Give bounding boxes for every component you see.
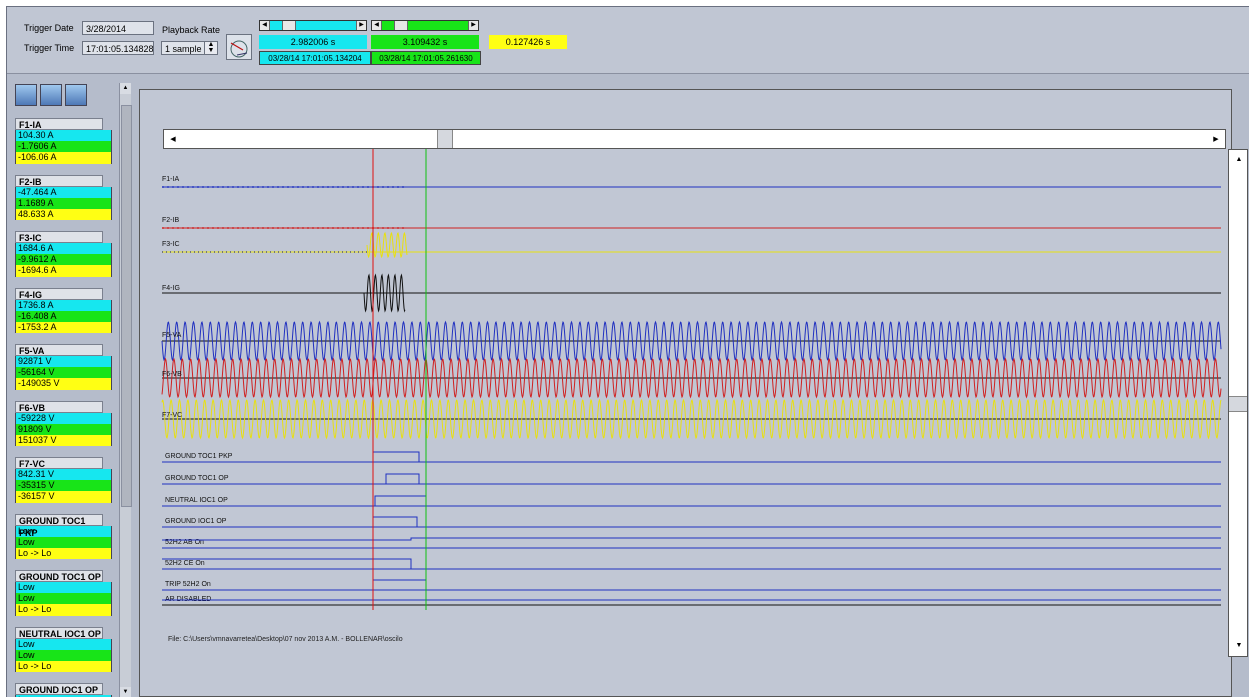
f1-ia-label: F1-IA [162,176,179,183]
f7-vc-label: F7-VC [162,412,182,419]
digital-channel-1-label: GROUND TOC1 OP [165,475,229,482]
digital-channel-0-label: GROUND TOC1 PKP [165,453,233,460]
channel-scroll-thumb[interactable] [1229,396,1247,412]
digital-channel-6-label: TRIP 52H2 On [165,581,211,588]
f4-ig-label: F4-IG [162,285,180,292]
digital-channel-5-label: 52H2 CE On [165,560,205,567]
digital-channel-0-pulse [372,451,420,462]
digital-channel-6-pulse [372,579,427,590]
f6-vb-label: F6-VB [162,371,182,378]
file-path-label: File: C:\Users\vmnavarretea\Desktop\07 n… [168,636,403,643]
f2-ib-label: F2-IB [162,217,179,224]
digital-channel-3-label: GROUND IOC1 OP [165,518,227,525]
oscillography-window: Trigger Date 3/28/2014 Trigger Time 17:0… [6,6,1249,697]
channel-scrollbar[interactable]: ▲ ▼ [1228,149,1248,657]
52h2-ab-state-trace [162,537,1221,541]
f3-ic-label: F3-IC [162,241,180,248]
digital-channel-1-pulse [385,473,420,484]
digital-channel-2-label: NEUTRAL IOC1 OP [165,497,228,504]
channel-scroll-down-icon[interactable]: ▼ [1233,640,1245,652]
channel-scroll-up-icon[interactable]: ▲ [1233,154,1245,166]
f5-va-label: F5-VA [162,332,182,339]
waveform-canvas[interactable]: F1-IA F2-IB F3-IC F4-IG F5-VA F6-VB F7-VC GROUN… [7,7,1249,697]
digital-channel-2-pulse [374,495,427,506]
digital-channel-3-pulse [372,516,418,527]
